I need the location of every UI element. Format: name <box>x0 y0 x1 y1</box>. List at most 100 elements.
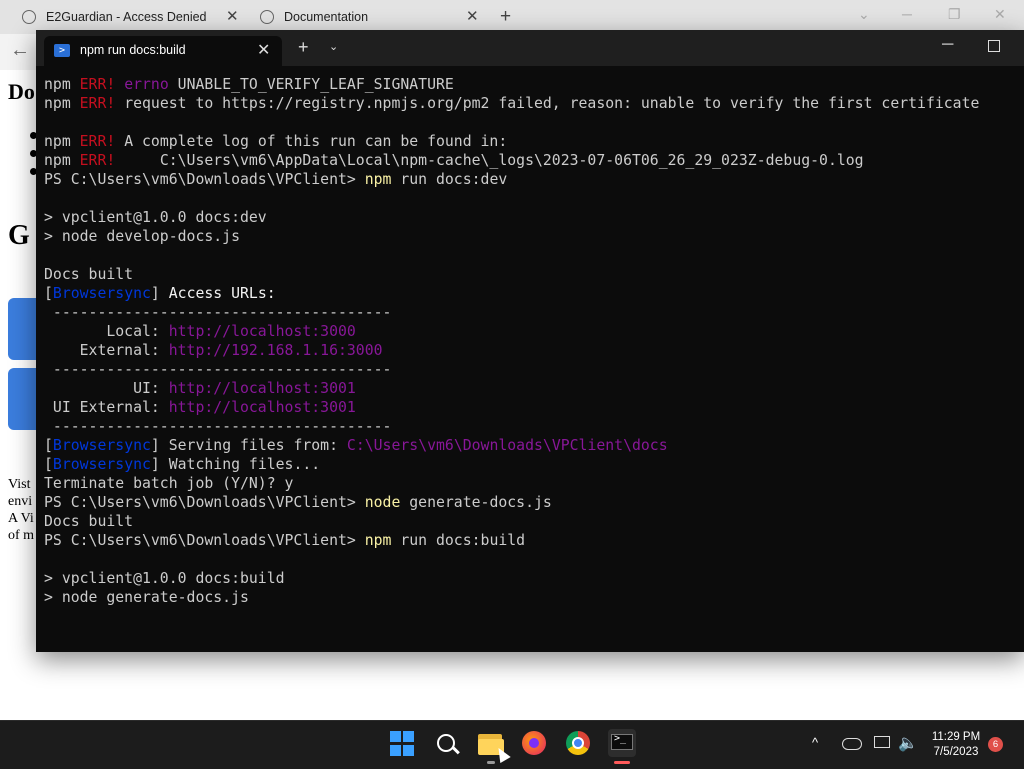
terminal-text-segment: http://localhost:3001 <box>168 380 356 397</box>
terminal-text-segment: [ <box>44 437 53 454</box>
terminal-text-segment: Terminate batch job (Y/N)? y <box>44 475 294 492</box>
terminal-line: Terminate batch job (Y/N)? y <box>44 474 1020 493</box>
powershell-icon: > <box>54 44 70 57</box>
doc-paragraph: Vist envi A Vi of m <box>8 477 35 543</box>
terminal-text-segment: npm <box>44 95 80 112</box>
terminal-output[interactable]: npm ERR! errno UNABLE_TO_VERIFY_LEAF_SIG… <box>44 75 1020 607</box>
browser-tab-access-denied[interactable]: E2Guardian - Access Denied ✕ <box>22 4 242 30</box>
terminal-text-segment: [ <box>44 456 53 473</box>
terminal-text-segment: > node generate-docs.js <box>44 589 249 606</box>
back-arrow-icon[interactable]: ← <box>10 39 30 62</box>
terminal-text-segment: [ <box>44 285 53 302</box>
browser-tab-documentation[interactable]: Documentation ✕ <box>260 4 480 30</box>
terminal-text-segment: http://192.168.1.16:3000 <box>168 342 383 359</box>
terminal-text-segment: Access URLs: <box>168 285 276 302</box>
clock[interactable]: 11:29 PM 7/5/2023 <box>924 730 988 760</box>
terminal-text-segment: UI External: <box>44 399 169 416</box>
show-hidden-icons-chevron[interactable]: ^ <box>812 735 818 750</box>
terminal-text-segment: generate-docs.js <box>400 494 552 511</box>
terminal-line: npm ERR! A complete log of this run can … <box>44 132 1020 151</box>
terminal-text-segment: C:\Users\vm6\Downloads\VPClient\docs <box>346 437 668 454</box>
terminal-line: External: http://192.168.1.16:3000 <box>44 341 1020 360</box>
terminal-text-segment: > vpclient@1.0.0 docs:dev <box>44 209 267 226</box>
terminal-line: Docs built <box>44 512 1020 531</box>
terminal-line: UI External: http://localhost:3001 <box>44 398 1020 417</box>
terminal-text-segment: -------------------------------------- <box>44 361 392 378</box>
terminal-line: PS C:\Users\vm6\Downloads\VPClient> npm … <box>44 531 1020 550</box>
minimize-icon[interactable]: ─ <box>942 36 953 54</box>
close-tab-icon[interactable]: ✕ <box>226 7 239 25</box>
maximize-icon[interactable] <box>988 40 1000 52</box>
terminal-text-segment: run docs:dev <box>391 171 508 188</box>
terminal-text-segment: ERR! <box>79 76 116 93</box>
onedrive-icon[interactable] <box>842 738 862 750</box>
volume-icon[interactable]: 🔈 <box>898 733 918 753</box>
terminal-title-bar: > npm run docs:build ✕ + ⌄ ─ <box>36 30 1024 66</box>
restore-icon[interactable]: ❐ <box>948 6 961 23</box>
terminal-text-segment: npm <box>44 133 80 150</box>
browser-tab-bar: E2Guardian - Access Denied ✕ Documentati… <box>0 0 1024 34</box>
chevron-down-icon[interactable]: ⌄ <box>329 40 338 53</box>
terminal-text-segment: Local: <box>44 323 169 340</box>
terminal-text-segment: ] Watching files... <box>150 456 321 473</box>
terminal-line: Docs built <box>44 265 1020 284</box>
taskbar: >_ ^ 🔈 11:29 PM 7/5/2023 6 <box>0 720 1024 769</box>
terminal-text-segment: ERR! <box>79 152 116 169</box>
terminal-text-segment: -------------------------------------- <box>44 418 392 435</box>
globe-icon <box>22 10 36 24</box>
minimize-icon[interactable]: ─ <box>902 6 912 22</box>
search-icon[interactable] <box>434 731 460 757</box>
firefox-icon[interactable] <box>522 731 548 757</box>
browser-tab-title: E2Guardian - Access Denied <box>46 10 207 24</box>
new-tab-button[interactable]: + <box>500 6 511 28</box>
terminal-line: > node develop-docs.js <box>44 227 1020 246</box>
terminal-line: > node generate-docs.js <box>44 588 1020 607</box>
terminal-text-segment: ERR! <box>79 95 116 112</box>
terminal-text-segment: Docs built <box>44 266 134 283</box>
chrome-icon[interactable] <box>566 731 592 757</box>
terminal-text-segment: http://localhost:3000 <box>168 323 356 340</box>
terminal-tab-title: npm run docs:build <box>80 43 186 57</box>
chevron-down-icon[interactable]: ⌄ <box>858 6 870 23</box>
terminal-text-segment: External: <box>44 342 169 359</box>
terminal-text-segment: npm <box>364 171 392 188</box>
terminal-text-segment: Browsersync <box>52 285 151 302</box>
terminal-text-segment: PS C:\Users\vm6\Downloads\VPClient> <box>44 494 365 511</box>
terminal-text-segment: http://localhost:3001 <box>168 399 356 416</box>
terminal-text-segment: node <box>364 494 401 511</box>
terminal-text-segment: npm <box>364 532 392 549</box>
terminal-line: [Browsersync] Watching files... <box>44 455 1020 474</box>
close-tab-icon[interactable]: ✕ <box>466 7 479 25</box>
terminal-text-segment: ERR! <box>79 133 116 150</box>
terminal-text-segment: npm <box>44 76 80 93</box>
clock-time: 11:29 PM <box>931 731 981 743</box>
windows-start-icon[interactable] <box>390 731 416 757</box>
terminal-text-segment: A complete log of this run can be found … <box>115 133 508 150</box>
terminal-text-segment: -------------------------------------- <box>44 304 392 321</box>
terminal-text-segment: Docs built <box>44 513 134 530</box>
terminal-text-segment: errno <box>124 76 169 93</box>
terminal-text-segment: npm <box>44 152 80 169</box>
notification-badge[interactable]: 6 <box>988 737 1003 752</box>
clock-date: 7/5/2023 <box>933 746 979 758</box>
network-icon[interactable] <box>874 736 890 748</box>
terminal-icon[interactable]: >_ <box>608 729 636 757</box>
close-window-icon[interactable]: ✕ <box>994 6 1006 23</box>
terminal-text-segment: Browsersync <box>52 456 151 473</box>
active-app-indicator <box>614 761 630 764</box>
terminal-text-segment: PS C:\Users\vm6\Downloads\VPClient> <box>44 532 365 549</box>
browser-tab-title: Documentation <box>284 10 369 24</box>
terminal-window[interactable]: > npm run docs:build ✕ + ⌄ ─ npm ERR! er… <box>36 30 1024 652</box>
new-tab-button[interactable]: + <box>298 37 309 58</box>
terminal-line: [Browsersync] Access URLs: <box>44 284 1020 303</box>
terminal-line: PS C:\Users\vm6\Downloads\VPClient> npm … <box>44 170 1020 189</box>
close-tab-button[interactable]: ✕ <box>257 40 270 60</box>
terminal-text-segment: > node develop-docs.js <box>44 228 240 245</box>
terminal-text-segment: > vpclient@1.0.0 docs:build <box>44 570 285 587</box>
terminal-line: npm ERR! errno UNABLE_TO_VERIFY_LEAF_SIG… <box>44 75 1020 94</box>
terminal-tab[interactable]: > npm run docs:build ✕ <box>44 36 282 66</box>
terminal-line: PS C:\Users\vm6\Downloads\VPClient> node… <box>44 493 1020 512</box>
